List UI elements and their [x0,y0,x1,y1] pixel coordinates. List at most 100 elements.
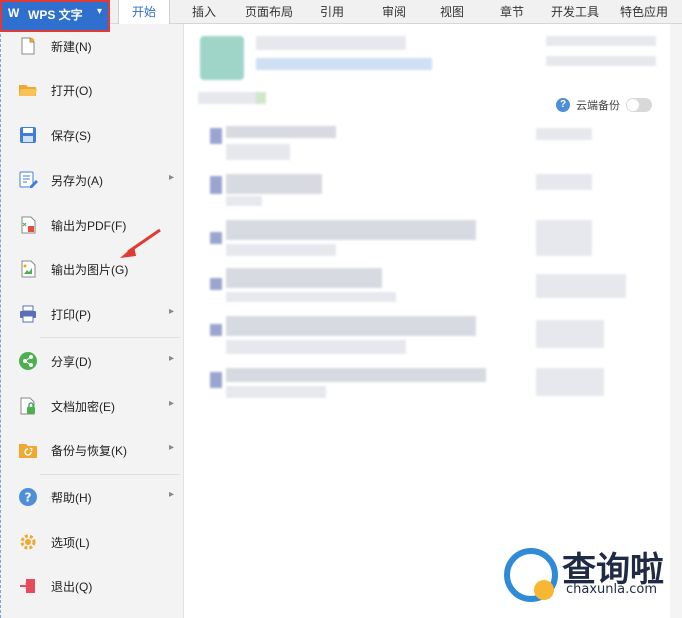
recent-file-path [226,386,326,398]
menu-item-label: 备份与恢复(K) [51,444,127,458]
menu-item-options[interactable]: 选项(L) [0,522,184,562]
tab-chapter[interactable]: 章节 [492,0,532,24]
header-meta-blurred [546,56,656,66]
chevron-right-icon: ▸ [168,353,174,364]
recent-file-icon [210,128,222,144]
recent-file-date [536,128,592,140]
recent-file-icon [210,232,222,244]
chevron-right-icon: ▸ [168,489,174,500]
pdf-export-icon [21,216,36,234]
cloud-backup-control[interactable]: ? 云端备份 [556,96,652,114]
tab-page-layout[interactable]: 页面布局 [240,0,298,24]
gear-icon [20,534,36,550]
menu-item-label: 选项(L) [51,536,90,550]
wps-logo-icon: W [8,6,20,20]
user-name-blurred [256,36,406,50]
recent-file-name[interactable] [226,268,382,288]
chevron-right-icon: ▸ [168,398,174,409]
annotation-arrow-icon [120,228,161,258]
menu-item-backup-restore[interactable]: 备份与恢复(K) ▸ [0,430,184,470]
menu-item-label: 帮助(H) [51,491,92,505]
recent-file-path [226,244,336,256]
menu-item-exit[interactable]: 退出(Q) [0,566,184,606]
menu-item-label: 保存(S) [51,129,91,143]
help-icon: ? [19,488,37,506]
menu-item-label: 分享(D) [51,355,92,369]
menu-item-label: 打印(P) [51,308,91,322]
save-icon [20,127,36,143]
recent-documents-panel: ? 云端备份 [184,24,670,618]
backup-icon [19,444,37,458]
chevron-down-icon: ▾ [96,6,102,17]
tab-references[interactable]: 引用 [312,0,352,24]
watermark: 查询啦 chaxunla.com [504,540,682,618]
cloud-backup-toggle[interactable] [626,98,652,112]
exit-icon [20,579,35,593]
header-meta-blurred [546,36,656,46]
cloud-backup-label: 云端备份 [576,100,620,112]
folder-open-icon [19,85,37,96]
menu-item-print[interactable]: 打印(P) ▸ [0,294,184,334]
recent-header-blurred [198,92,258,104]
menu-item-encrypt[interactable]: 文档加密(E) ▸ [0,386,184,426]
tab-insert[interactable]: 插入 [184,0,224,24]
menu-item-new[interactable]: 新建(N) [0,26,184,66]
user-avatar [200,36,244,80]
chevron-right-icon: ▸ [168,442,174,453]
recent-file-name[interactable] [226,220,476,240]
image-export-icon [21,260,36,278]
recent-file-icon [210,278,222,290]
new-doc-icon [21,37,35,55]
menu-item-label: 输出为图片(G) [51,263,129,277]
share-icon [19,352,37,370]
recent-file-date [536,274,626,298]
menu-divider [40,337,180,338]
recent-file-icon [210,372,222,388]
recent-file-date [536,220,592,256]
save-as-icon [19,171,38,188]
tab-developer[interactable]: 开发工具 [546,0,604,24]
recent-file-path [226,144,290,160]
printer-icon [20,305,36,323]
watermark-logo-dot [534,580,554,600]
menu-item-label: 另存为(A) [51,174,103,188]
menu-item-share[interactable]: 分享(D) ▸ [0,341,184,381]
recent-file-icon [210,176,222,194]
tab-home[interactable]: 开始 [118,0,170,24]
menu-item-open[interactable]: 打开(O) [0,70,184,110]
recent-file-name[interactable] [226,174,322,194]
recent-header-blurred [256,92,266,104]
recent-file-date [536,320,604,348]
wps-app-menu-button[interactable]: W WPS 文字 ▾ [0,0,110,32]
recent-file-path [226,340,406,354]
menu-divider [40,474,180,475]
menu-item-label: 新建(N) [51,40,92,54]
svg-text:?: ? [25,491,32,505]
tab-view[interactable]: 视图 [432,0,472,24]
recent-file-path [226,292,396,302]
user-info-blurred [256,58,432,70]
menu-item-help[interactable]: ? 帮助(H) ▸ [0,477,184,517]
document-edge [670,24,682,618]
recent-file-icon [210,324,222,336]
recent-file-name[interactable] [226,126,336,138]
menu-item-save-as[interactable]: 另存为(A) ▸ [0,160,184,200]
tab-special-apps[interactable]: 特色应用 [614,0,674,24]
recent-file-date [536,368,604,396]
chevron-right-icon: ▸ [168,172,174,183]
tab-review[interactable]: 审阅 [374,0,414,24]
recent-file-name[interactable] [226,316,476,336]
menu-item-label: 退出(Q) [51,580,93,594]
menu-item-label: 打开(O) [51,84,93,98]
menu-item-label: 输出为PDF(F) [51,219,127,233]
chevron-right-icon: ▸ [168,306,174,317]
menu-item-save[interactable]: 保存(S) [0,115,184,155]
recent-file-path [226,196,262,206]
lock-doc-icon [20,397,35,415]
app-title: WPS 文字 [28,8,83,22]
menu-item-label: 文档加密(E) [51,400,115,414]
watermark-url: chaxunla.com [566,582,657,597]
help-icon[interactable]: ? [556,98,570,112]
recent-file-name[interactable] [226,368,486,382]
recent-file-date [536,174,592,190]
